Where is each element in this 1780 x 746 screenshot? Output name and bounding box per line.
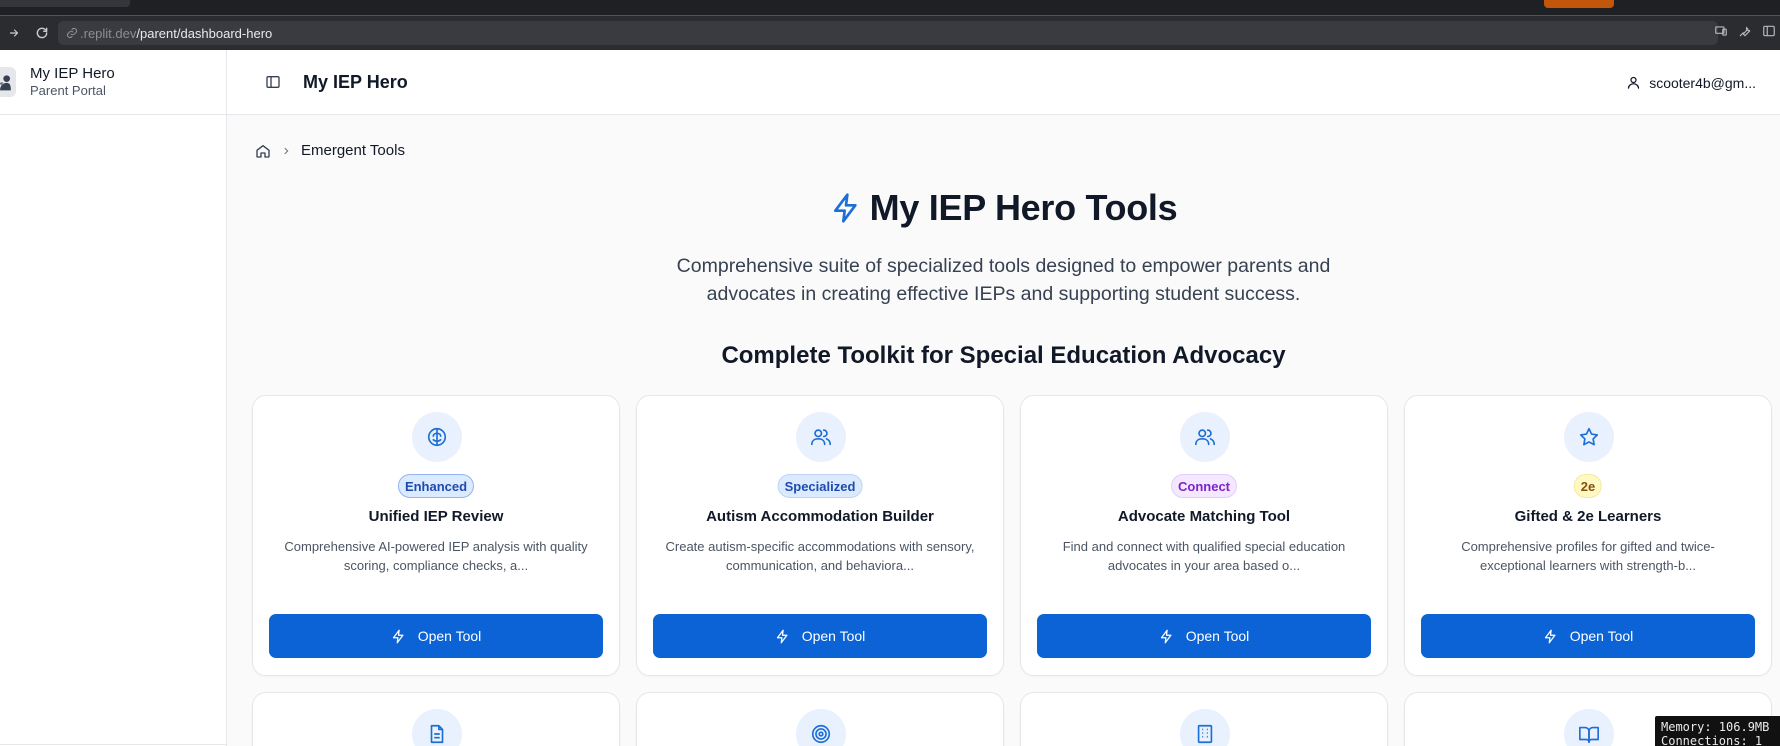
browser-tab[interactable] (0, 0, 130, 7)
brain-icon (412, 412, 462, 462)
tool-card (636, 692, 1004, 746)
book-open-icon (1564, 709, 1614, 746)
sidebar-toggle-icon[interactable] (263, 72, 283, 92)
home-icon[interactable] (255, 143, 271, 159)
browser-tools (1714, 16, 1780, 50)
open-tool-button[interactable]: Open Tool (1421, 614, 1755, 658)
tool-card: 2e Gifted & 2e Learners Comprehensive pr… (1404, 395, 1772, 676)
tool-card: Enhanced Unified IEP Review Comprehensiv… (252, 395, 620, 676)
browser-tab-strip (0, 0, 1780, 16)
lightning-icon (392, 629, 404, 643)
tool-card (1020, 692, 1388, 746)
wrench-icon[interactable] (1738, 24, 1752, 43)
card-badge: Connect (1171, 474, 1237, 498)
card-badge: 2e (1573, 474, 1603, 498)
star-icon (1564, 412, 1614, 462)
open-tool-button[interactable]: Open Tool (269, 614, 603, 658)
page-heading: My IEP Hero Tools (869, 187, 1178, 228)
card-description: Comprehensive profiles for gifted and tw… (1461, 539, 1715, 573)
reload-icon[interactable] (28, 19, 56, 47)
users-icon (796, 412, 846, 462)
breadcrumb: Emergent Tools (255, 142, 405, 159)
main-content: Emergent Tools My IEP Hero Tools Compreh… (227, 115, 1780, 746)
card-badge: Enhanced (397, 474, 475, 498)
chevron-right-icon (281, 143, 291, 159)
section-title: Complete Toolkit for Special Education A… (721, 342, 1286, 369)
link-icon (66, 27, 78, 39)
card-description: Find and connect with qualified special … (1062, 539, 1346, 573)
open-tool-button[interactable]: Open Tool (653, 614, 987, 658)
open-tool-label: Open Tool (801, 628, 866, 644)
devices-icon[interactable] (1714, 24, 1728, 43)
page-title: My IEP Hero Tools (227, 187, 1780, 229)
card-title: Autism Accommodation Builder (706, 508, 934, 525)
header-title: My IEP Hero (303, 71, 408, 92)
description-line: Comprehensive suite of specialized tools… (676, 255, 1331, 277)
open-tool-label: Open Tool (1569, 628, 1634, 644)
url-path: /parent/dashboard-hero (136, 25, 273, 41)
debug-overlay: Memory: 106.9MB Connections: 1 (1655, 716, 1780, 746)
lightning-icon (1544, 629, 1556, 643)
lightning-icon (776, 629, 788, 643)
url-host: .replit.dev (80, 25, 137, 41)
card-description: Create autism-specific accommodations wi… (665, 539, 975, 573)
sidebar-brand[interactable]: My IEP Hero Parent Portal (0, 50, 226, 115)
card-title: Advocate Matching Tool (1117, 508, 1291, 525)
address-bar[interactable]: .replit.dev/parent/dashboard-hero (58, 21, 1718, 45)
logo-icon (0, 67, 16, 97)
card-description: Comprehensive AI-powered IEP analysis wi… (284, 539, 588, 573)
open-tool-label: Open Tool (1185, 628, 1250, 644)
tool-card (252, 692, 620, 746)
forward-icon[interactable] (0, 19, 28, 47)
tool-card: Specialized Autism Accommodation Builder… (636, 395, 1004, 676)
description-line: advocates in creating effective IEPs and… (706, 283, 1301, 305)
app-header: My IEP Hero scooter4b@gm... (227, 50, 1780, 115)
browser-action-button[interactable] (1544, 0, 1614, 8)
user-menu[interactable]: scooter4b@gm... (1626, 50, 1756, 115)
card-title: Gifted & 2e Learners (1514, 508, 1662, 525)
building-icon (1180, 709, 1230, 746)
breadcrumb-current: Emergent Tools (301, 142, 405, 159)
card-badge: Specialized (777, 474, 863, 498)
page-description: Comprehensive suite of specialized tools… (227, 252, 1780, 308)
lightning-icon (1160, 629, 1172, 643)
users-icon (1180, 412, 1230, 462)
user-icon (1628, 76, 1640, 89)
panel-icon[interactable] (1762, 24, 1776, 43)
memory-readout: Memory: 106.9MB (1661, 720, 1770, 734)
card-title: Unified IEP Review (368, 508, 504, 525)
browser-toolbar: .replit.dev/parent/dashboard-hero (0, 16, 1780, 50)
brand-title: My IEP Hero (30, 65, 115, 82)
brand-subtitle: Parent Portal (30, 83, 106, 98)
connections-readout: Connections: 1 (1661, 734, 1763, 746)
file-text-icon (412, 709, 462, 746)
open-tool-label: Open Tool (417, 628, 482, 644)
open-tool-button[interactable]: Open Tool (1037, 614, 1371, 658)
user-email: scooter4b@gm... (1649, 74, 1756, 91)
sidebar: My IEP Hero Parent Portal (0, 50, 227, 746)
lightning-icon (830, 192, 862, 224)
target-icon (796, 709, 846, 746)
tool-card: Connect Advocate Matching Tool Find and … (1020, 395, 1388, 676)
